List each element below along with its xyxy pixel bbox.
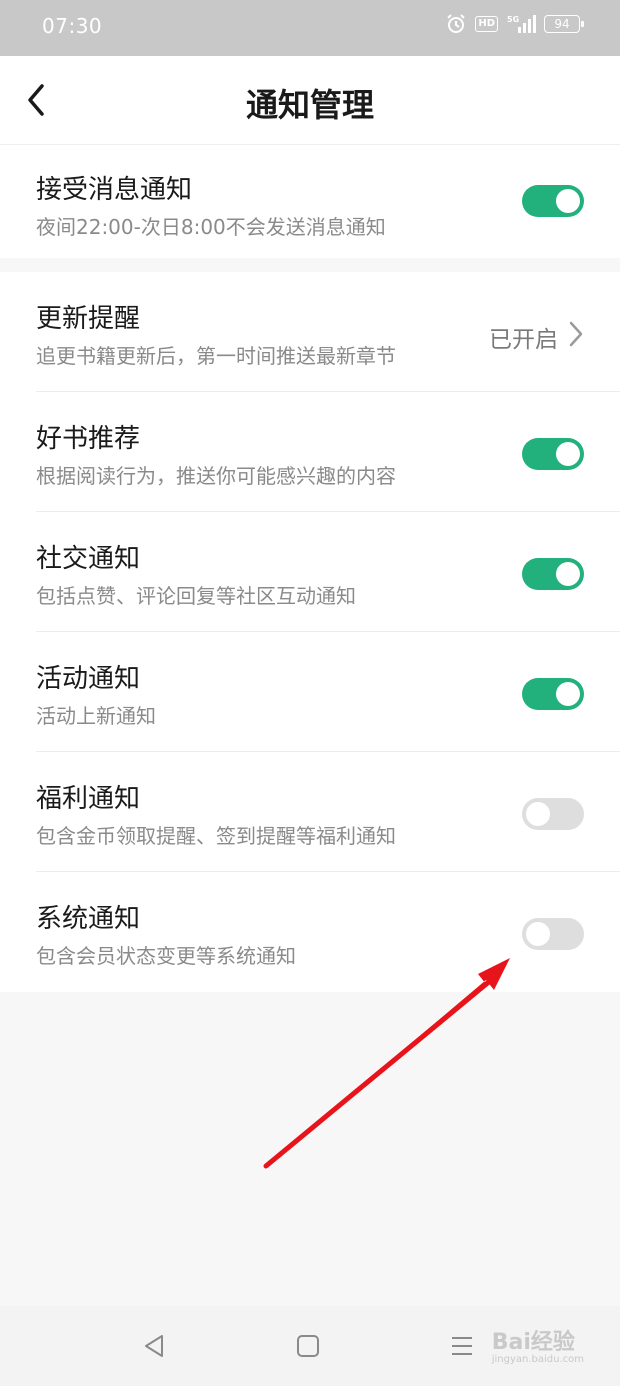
activity-notification-subtitle: 活动上新通知 xyxy=(36,704,156,728)
welfare-notification-subtitle: 包含金币领取提醒、签到提醒等福利通知 xyxy=(36,824,396,848)
toggle-knob xyxy=(556,442,580,466)
chevron-right-icon xyxy=(569,321,583,347)
book-recommend-subtitle: 根据阅读行为，推送你可能感兴趣的内容 xyxy=(36,464,396,488)
svg-text:5G: 5G xyxy=(507,15,519,24)
book-recommend-title: 好书推荐 xyxy=(36,424,141,454)
activity-notification-toggle[interactable] xyxy=(522,678,584,710)
menu-lines-icon[interactable] xyxy=(446,1330,478,1362)
status-time: 07:30 xyxy=(42,14,103,38)
battery-icon: 94 xyxy=(544,15,584,33)
welfare-notification-row: 福利通知 包含金币领取提醒、签到提醒等福利通知 xyxy=(0,752,620,872)
social-notification-row: 社交通知 包括点赞、评论回复等社区互动通知 xyxy=(0,512,620,632)
book-recommend-row: 好书推荐 根据阅读行为，推送你可能感兴趣的内容 xyxy=(0,392,620,512)
activity-notification-title: 活动通知 xyxy=(36,664,141,694)
activity-notification-row: 活动通知 活动上新通知 xyxy=(0,632,620,752)
hd-icon: HD xyxy=(475,16,498,32)
notification-settings-card: 更新提醒 追更书籍更新后，第一时间推送最新章节 已开启 好书推荐 根据阅读行为，… xyxy=(0,272,620,992)
update-reminder-subtitle: 追更书籍更新后，第一时间推送最新章节 xyxy=(36,344,396,368)
system-nav-bar: Bai经验 jingyan.baidu.com xyxy=(0,1306,620,1386)
book-recommend-toggle[interactable] xyxy=(522,438,584,470)
alarm-icon xyxy=(445,13,467,35)
toggle-knob xyxy=(526,802,550,826)
social-notification-title: 社交通知 xyxy=(36,544,141,574)
watermark-text: Bai经验 xyxy=(491,1330,575,1355)
welfare-notification-toggle[interactable] xyxy=(522,798,584,830)
system-notification-title: 系统通知 xyxy=(36,904,141,934)
receive-notification-subtitle: 夜间22:00-次日8:00不会发送消息通知 xyxy=(36,215,386,239)
receive-notification-row: 接受消息通知 夜间22:00-次日8:00不会发送消息通知 xyxy=(0,145,620,258)
watermark: Bai经验 jingyan.baidu.com xyxy=(492,1324,584,1365)
app-header: 通知管理 xyxy=(0,56,620,145)
social-notification-toggle[interactable] xyxy=(522,558,584,590)
receive-notification-title: 接受消息通知 xyxy=(36,175,193,205)
page-title: 通知管理 xyxy=(245,86,374,124)
receive-notification-toggle[interactable] xyxy=(522,185,584,217)
system-notification-row: 系统通知 包含会员状态变更等系统通知 xyxy=(0,872,620,992)
toggle-knob xyxy=(526,922,550,946)
social-notification-subtitle: 包括点赞、评论回复等社区互动通知 xyxy=(36,584,356,608)
system-notification-toggle[interactable] xyxy=(522,918,584,950)
status-bar: 07:30 HD 5G 94 xyxy=(0,0,620,56)
watermark-sub: jingyan.baidu.com xyxy=(491,1354,584,1365)
update-reminder-status: 已开启 xyxy=(489,327,558,353)
receive-notification-card: 接受消息通知 夜间22:00-次日8:00不会发送消息通知 xyxy=(0,145,620,258)
toggle-knob xyxy=(556,189,580,213)
5g-signal-icon: 5G xyxy=(506,13,536,35)
home-square-icon[interactable] xyxy=(292,1330,324,1362)
toggle-knob xyxy=(556,682,580,706)
status-icons: HD 5G 94 xyxy=(445,13,584,35)
toggle-knob xyxy=(556,562,580,586)
back-triangle-icon[interactable] xyxy=(138,1330,170,1362)
welfare-notification-title: 福利通知 xyxy=(36,784,141,814)
update-reminder-row[interactable]: 更新提醒 追更书籍更新后，第一时间推送最新章节 已开启 xyxy=(0,272,620,392)
update-reminder-title: 更新提醒 xyxy=(36,304,141,334)
system-notification-subtitle: 包含会员状态变更等系统通知 xyxy=(36,944,296,968)
